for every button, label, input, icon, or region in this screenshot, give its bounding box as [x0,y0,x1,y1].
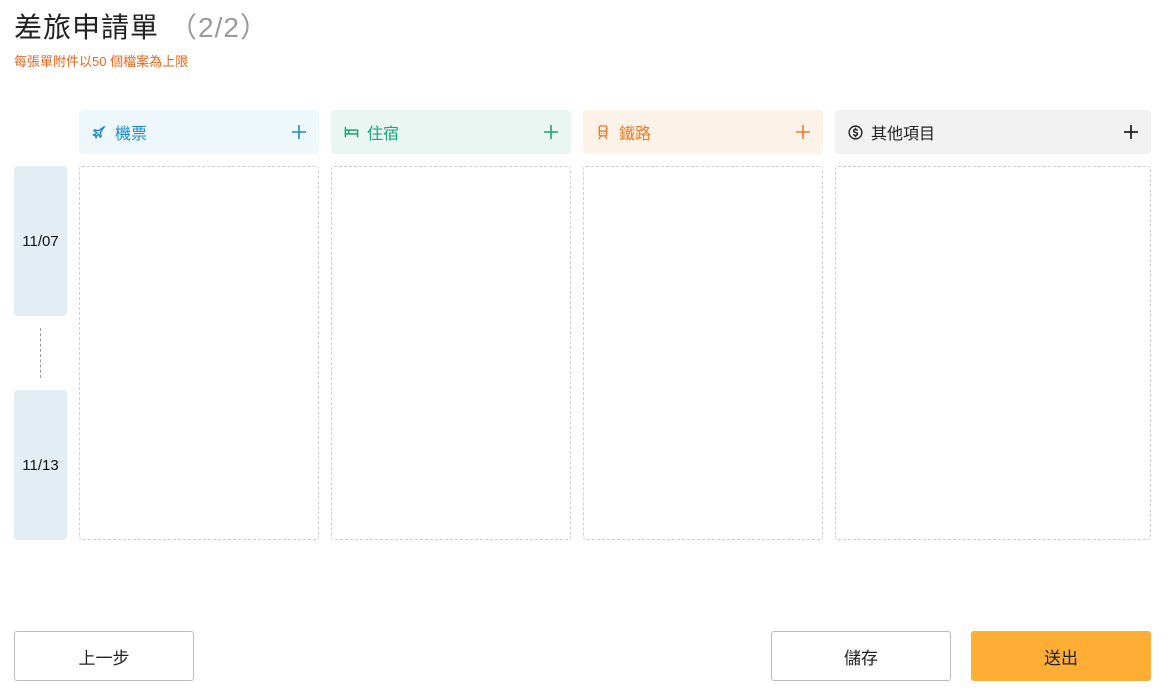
page-step-indicator: （2/2） [169,12,269,43]
column-label-hotel: 住宿 [367,126,400,143]
date-start-badge: 11/07 [14,166,67,316]
column-header-hotel[interactable]: 住宿 [331,110,571,154]
hotel-dropzone[interactable] [331,166,571,540]
title-row: 差旅申請單 （2/2） [14,6,269,46]
train-icon [595,124,611,140]
column-header-rail[interactable]: 鐵路 [583,110,823,154]
add-rail-icon[interactable] [795,124,811,140]
column-label-flight: 機票 [115,126,148,143]
rail-dropzone[interactable] [583,166,823,540]
add-other-icon[interactable] [1123,124,1139,140]
submit-button[interactable]: 送出 [971,631,1151,681]
date-end-badge: 11/13 [14,390,67,540]
save-button[interactable]: 儲存 [771,631,951,681]
column-header-flight[interactable]: 機票 [79,110,319,154]
add-flight-icon[interactable] [291,124,307,140]
add-hotel-icon[interactable] [543,124,559,140]
previous-step-button[interactable]: 上一步 [14,631,194,681]
flight-dropzone[interactable] [79,166,319,540]
airplane-icon [91,124,107,140]
column-label-other: 其他項目 [871,126,936,143]
bed-icon [343,124,359,140]
page-title: 差旅申請單 [14,12,160,43]
date-range-connector [40,328,41,378]
dollar-circle-icon [847,124,863,140]
other-dropzone[interactable] [835,166,1151,540]
attachment-limit-note: 每張單附件以50 個檔案為上限 [14,54,189,69]
column-header-other[interactable]: 其他項目 [835,110,1151,154]
column-label-rail: 鐵路 [619,126,652,143]
